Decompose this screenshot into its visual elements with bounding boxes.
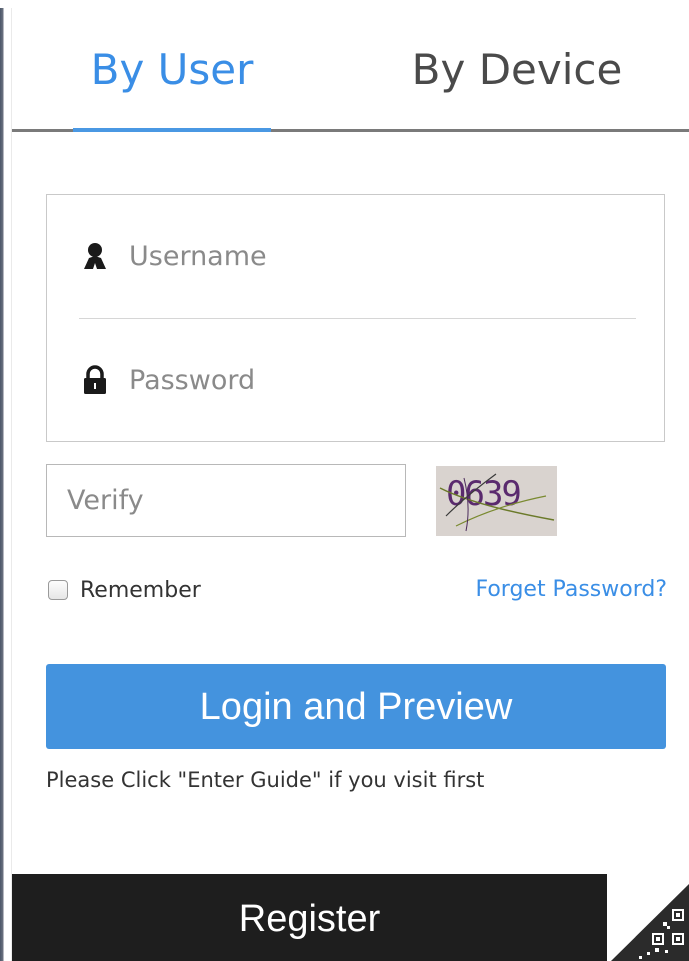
login-panel: By User By Device Username Verify 0639 R… bbox=[0, 0, 689, 961]
remember-label: Remember bbox=[80, 577, 201, 603]
verify-code-input[interactable] bbox=[46, 464, 406, 537]
remember-checkbox-row[interactable]: Remember bbox=[48, 574, 201, 606]
username-input[interactable] bbox=[129, 240, 609, 272]
user-icon bbox=[77, 238, 113, 274]
login-mode-tabs: By User By Device bbox=[12, 8, 689, 132]
tab-by-device[interactable]: By Device bbox=[382, 8, 652, 132]
password-input[interactable] bbox=[129, 364, 609, 396]
captcha-image[interactable]: 0639 bbox=[436, 466, 557, 536]
login-button[interactable]: Login and Preview bbox=[46, 664, 666, 749]
window-top-edge bbox=[0, 0, 689, 8]
credentials-box bbox=[46, 194, 665, 442]
password-row bbox=[77, 350, 637, 410]
register-button[interactable]: Register bbox=[12, 874, 607, 961]
remember-checkbox[interactable] bbox=[48, 580, 68, 600]
lock-icon bbox=[77, 362, 113, 398]
qr-code-icon[interactable] bbox=[607, 874, 689, 961]
field-separator bbox=[79, 318, 636, 319]
username-row bbox=[77, 226, 637, 286]
active-tab-indicator bbox=[73, 128, 271, 132]
forget-password-link[interactable]: Forget Password? bbox=[475, 574, 667, 606]
first-visit-hint: Please Click "Enter Guide" if you visit … bbox=[46, 768, 485, 792]
window-edge bbox=[0, 0, 12, 961]
tab-by-user[interactable]: By User bbox=[42, 8, 302, 132]
